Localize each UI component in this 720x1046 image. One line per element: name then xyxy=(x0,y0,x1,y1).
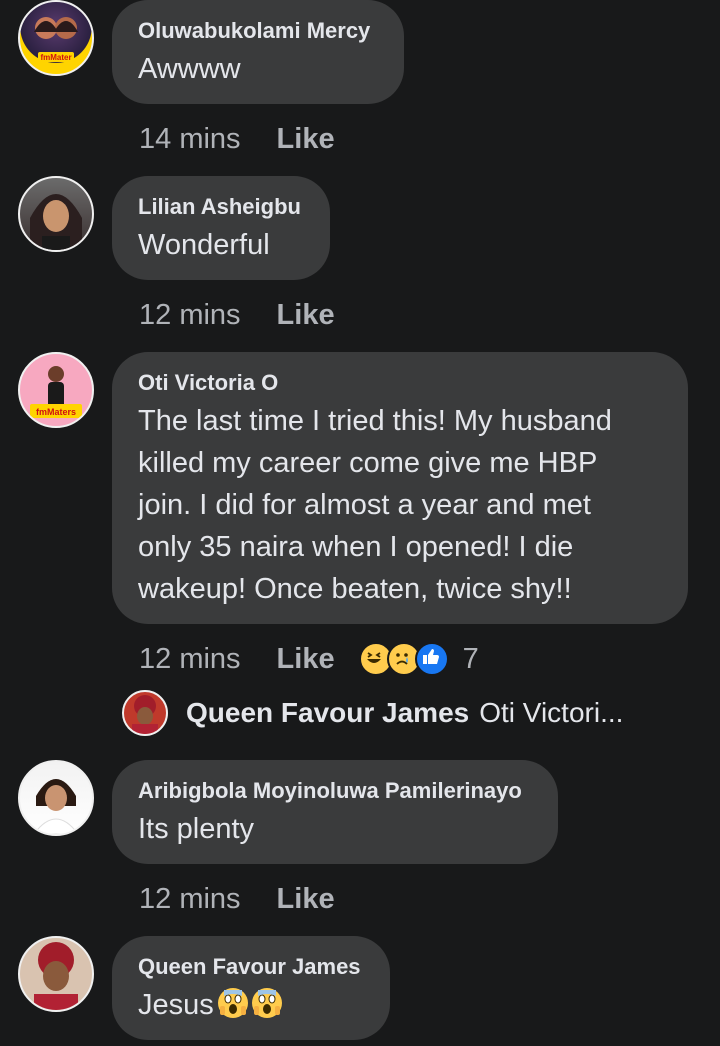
comment-meta: 14 mins Like xyxy=(139,118,335,160)
screaming-face-icon xyxy=(217,988,248,1018)
comment-author[interactable]: Aribigbola Moyinoluwa Pamilerinayo xyxy=(138,776,532,806)
like-button[interactable]: Like xyxy=(277,123,335,156)
comment-bubble: Lilian Asheigbu Wonderful xyxy=(112,176,330,280)
comment-meta: 12 mins Like xyxy=(139,294,335,336)
avatar-image-icon xyxy=(33,779,79,834)
avatar[interactable] xyxy=(122,690,168,736)
comment-time[interactable]: 14 mins xyxy=(139,123,241,156)
avatar[interactable] xyxy=(18,936,94,1012)
comment-text-line: join. I did for almost a year and met xyxy=(138,489,591,521)
comment-author[interactable]: Oluwabukolami Mercy xyxy=(138,16,378,46)
comment-author[interactable]: Lilian Asheigbu xyxy=(138,192,304,222)
thumbs-up-icon xyxy=(414,642,449,676)
comment-bubble: Queen Favour James Jesus xyxy=(112,936,390,1040)
like-button[interactable]: Like xyxy=(277,643,335,676)
avatar-image-icon xyxy=(30,194,82,250)
avatar-image-icon xyxy=(34,942,78,1010)
reaction-summary[interactable] xyxy=(358,642,449,676)
avatar[interactable]: fmMaters xyxy=(18,352,94,428)
reply-preview[interactable]: Queen Favour James Oti Victori... xyxy=(122,690,623,736)
avatar[interactable] xyxy=(18,760,94,836)
comment-author[interactable]: Queen Favour James xyxy=(138,952,364,982)
comment-text-line: wakeup! Once beaten, twice shy!! xyxy=(138,573,572,605)
reaction-count[interactable]: 7 xyxy=(463,643,479,676)
comment-text: The last time I tried this! My husband k… xyxy=(138,400,662,610)
avatar-image-icon: fmMater xyxy=(34,17,78,62)
comment-text-line: The last time I tried this! My husband xyxy=(138,405,612,437)
avatar[interactable] xyxy=(18,176,94,252)
comment-text: Awwww xyxy=(138,53,241,85)
comment-bubble: Oluwabukolami Mercy Awwww xyxy=(112,0,404,104)
reply-author[interactable]: Queen Favour James xyxy=(186,697,469,729)
svg-text:fmMaters: fmMaters xyxy=(36,407,76,417)
comment-meta: 12 mins Like xyxy=(139,878,335,920)
avatar-image-icon xyxy=(132,695,158,734)
comment-time[interactable]: 12 mins xyxy=(139,643,241,676)
comment-text-line: only 35 naira when I opened! I die xyxy=(138,531,574,563)
svg-text:fmMater: fmMater xyxy=(40,53,71,62)
comment-text: Jesus xyxy=(138,984,364,1026)
reply-text: Oti Victori... xyxy=(479,697,624,728)
like-button[interactable]: Like xyxy=(277,883,335,916)
comment-time[interactable]: 12 mins xyxy=(139,883,241,916)
comment-text: Wonderful xyxy=(138,229,270,261)
comment-bubble: Oti Victoria O The last time I tried thi… xyxy=(112,352,688,624)
comment-meta: 12 mins Like 7 xyxy=(139,638,479,680)
like-button[interactable]: Like xyxy=(277,299,335,332)
comment-bubble: Aribigbola Moyinoluwa Pamilerinayo Its p… xyxy=(112,760,558,864)
screaming-face-icon xyxy=(251,988,282,1018)
comment-text-value: Jesus xyxy=(138,989,214,1021)
comment-author[interactable]: Oti Victoria O xyxy=(138,368,662,398)
avatar[interactable]: fmMater xyxy=(18,0,94,76)
comment-time[interactable]: 12 mins xyxy=(139,299,241,332)
comment-text: Its plenty xyxy=(138,813,255,845)
avatar-image-icon: fmMaters xyxy=(30,366,82,418)
comment-text-line: killed my career come give me HBP xyxy=(138,447,598,479)
